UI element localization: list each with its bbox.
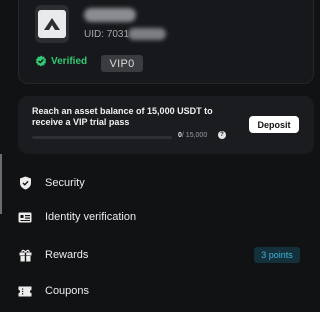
avatar[interactable] — [35, 5, 69, 43]
uid-redacted — [128, 28, 166, 40]
nav-label-security: Security — [45, 177, 85, 189]
help-icon[interactable]: ? — [218, 131, 226, 139]
rewards-points-badge: 3 points — [254, 247, 300, 263]
nav-item-security[interactable]: Security — [18, 172, 312, 194]
nav-label-rewards: Rewards — [45, 249, 89, 261]
vip-level-badge[interactable]: VIP0 — [101, 55, 143, 72]
verified-check-icon — [35, 55, 47, 67]
verified-label: Verified — [51, 55, 88, 67]
verified-badge: Verified — [35, 55, 87, 67]
gift-icon — [18, 248, 32, 262]
nav-item-coupons[interactable]: Coupons — [18, 280, 312, 302]
uid-label: UID: 7031 — [84, 29, 130, 40]
nav-item-rewards[interactable]: Rewards 3 points — [18, 244, 312, 266]
nav-active-indicator — [0, 154, 2, 214]
nav-item-identity-verification[interactable]: Identity verification — [18, 206, 312, 228]
deposit-button[interactable]: Deposit — [249, 116, 299, 133]
avatar-logo-icon — [38, 10, 66, 38]
balance-progress-bar — [32, 136, 172, 139]
promo-message: Reach an asset balance of 15,000 USDT to… — [32, 106, 213, 127]
username-redacted — [84, 8, 136, 22]
coupon-icon — [18, 284, 32, 298]
nav-label-identity-verification: Identity verification — [45, 211, 137, 223]
vip-promo-card: Reach an asset balance of 15,000 USDT to… — [18, 96, 314, 154]
shield-icon — [18, 176, 32, 190]
nav-label-coupons: Coupons — [45, 285, 90, 297]
progress-label: 0/ 15,000 — [178, 132, 207, 139]
progress-target: / 15,000 — [181, 132, 208, 139]
id-card-icon — [18, 210, 32, 224]
